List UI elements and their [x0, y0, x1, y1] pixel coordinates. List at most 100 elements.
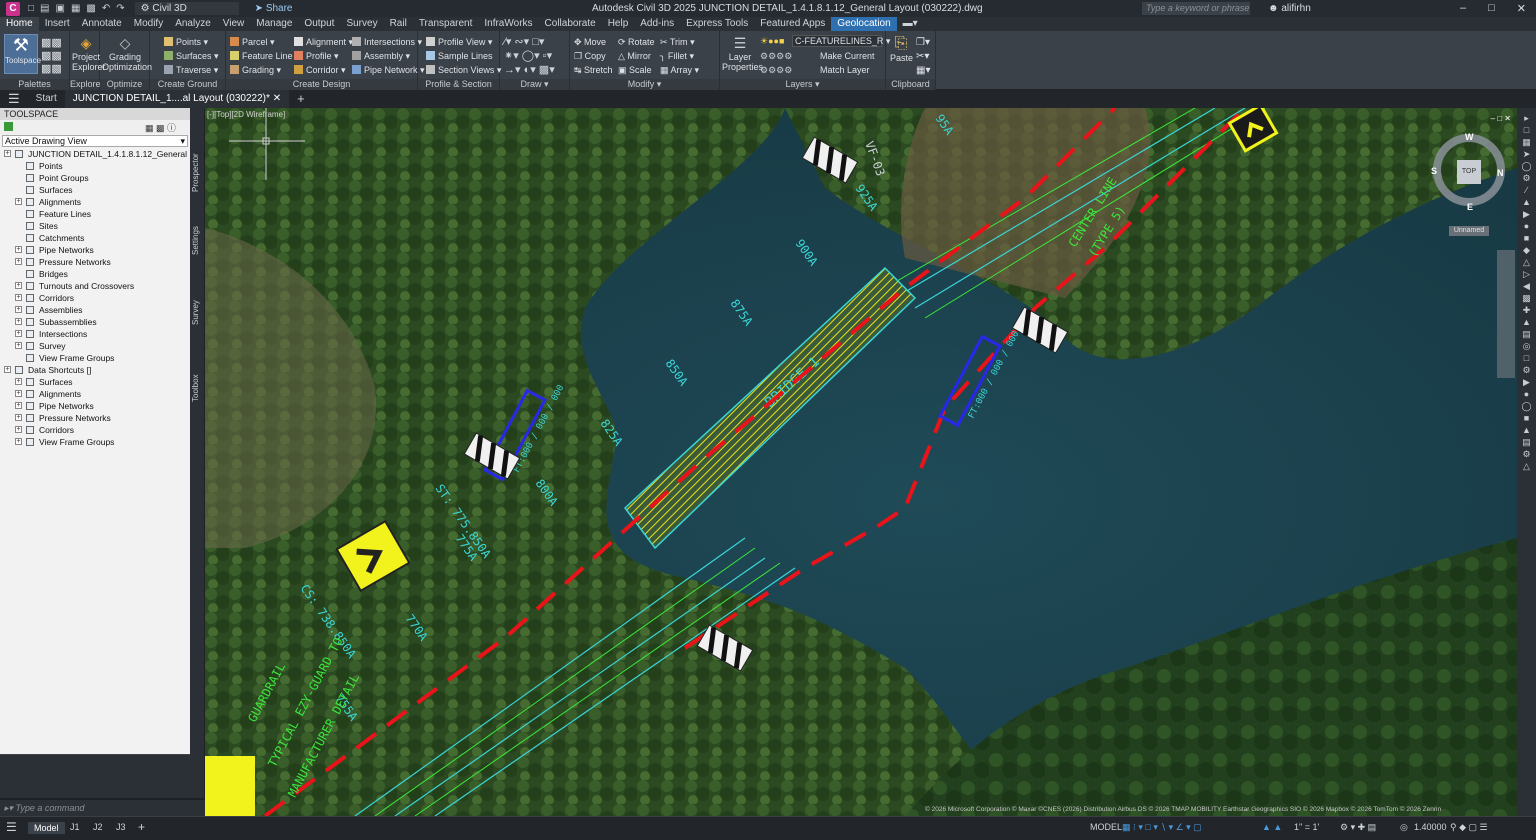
user-account[interactable]: ☻ alifirhn	[1268, 3, 1311, 14]
assembly-button[interactable]: Assembly ▾	[352, 51, 410, 62]
layout-tab-j3[interactable]: J3	[116, 822, 126, 832]
ribbon-tab-annotate[interactable]: Annotate	[76, 17, 128, 31]
layer-state-icons[interactable]: ☀●●■	[760, 36, 784, 47]
undo-icon[interactable]: ↶	[102, 3, 110, 14]
fillet-button[interactable]: ╮ Fillet ▾	[660, 51, 694, 62]
ucs-dropdown[interactable]: Unnamed	[1449, 226, 1489, 236]
tree-item-pipe-networks[interactable]: + Pipe Networks	[0, 244, 190, 256]
paste-button[interactable]: ⎘ Paste	[890, 35, 913, 63]
drafting-tools-icons[interactable]: ▦ ⁝ ▾ □ ▾ ∖ ▾ ∠ ▾ ▢	[1122, 822, 1202, 833]
side-tab-survey[interactable]: Survey	[191, 288, 203, 338]
stretch-button[interactable]: ↹ Stretch	[574, 65, 613, 76]
model-space-toggle[interactable]: MODEL	[1090, 822, 1122, 832]
expand-icon[interactable]: +	[15, 438, 22, 445]
ribbon-tab-manage[interactable]: Manage	[250, 17, 298, 31]
ribbon-tab-analyze[interactable]: Analyze	[169, 17, 217, 31]
tree-item-surfaces[interactable]: Surfaces	[0, 184, 190, 196]
tree-item-survey[interactable]: + Survey	[0, 340, 190, 352]
expand-icon[interactable]: +	[15, 198, 22, 205]
toolspace-button[interactable]: ⚒ Toolspace	[4, 34, 41, 74]
rotate-button[interactable]: ⟳ Rotate	[618, 37, 655, 48]
copy-button[interactable]: ❐ Copy	[574, 51, 606, 62]
ribbon-tab-add-ins[interactable]: Add-ins	[634, 17, 680, 31]
move-button[interactable]: ✥ Move	[574, 37, 606, 48]
grading-button[interactable]: Grading ▾	[230, 65, 281, 76]
drawing-canvas[interactable]: BRIDGE 1 925A 900A 875A 850A 825A 800A 7…	[205, 108, 1517, 816]
trim-button[interactable]: ✂ Trim ▾	[660, 37, 695, 48]
tree-item-bridges[interactable]: Bridges	[0, 268, 190, 280]
expand-icon[interactable]: +	[15, 402, 22, 409]
traverse-button[interactable]: Traverse ▾	[164, 65, 218, 76]
pipe-network-button[interactable]: Pipe Network ▾	[352, 65, 425, 76]
minimize-icon[interactable]: –	[1460, 2, 1466, 15]
clipboard-icons[interactable]: ❐▾ ✂▾ ▦▾	[916, 36, 930, 78]
tree-shortcut-alignments[interactable]: + Alignments	[0, 388, 190, 400]
tree-data-shortcuts[interactable]: + Data Shortcuts []	[0, 364, 190, 376]
tree-item-pressure-networks[interactable]: + Pressure Networks	[0, 256, 190, 268]
surfaces-button[interactable]: Surfaces ▾	[164, 51, 219, 62]
search-input[interactable]: Type a keyword or phrase	[1142, 2, 1250, 15]
tree-shortcut-surfaces[interactable]: + Surfaces	[0, 376, 190, 388]
status-right-icons[interactable]: ⚲ ◆ ▢ ☰	[1450, 822, 1488, 833]
close-tab-icon[interactable]: ✕	[273, 93, 281, 104]
drawing-viewport[interactable]: BRIDGE 1 925A 900A 875A 850A 825A 800A 7…	[205, 108, 1517, 816]
tree-shortcut-pressure-networks[interactable]: + Pressure Networks	[0, 412, 190, 424]
expand-icon[interactable]: +	[15, 426, 22, 433]
print-icon[interactable]: ▩	[86, 3, 95, 14]
settings-icons[interactable]: ⚙ ▾ ✚ ▤	[1340, 822, 1376, 833]
tree-item-subassemblies[interactable]: + Subassemblies	[0, 316, 190, 328]
expand-icon[interactable]: +	[15, 414, 22, 421]
viewcube-top[interactable]: TOP	[1457, 160, 1481, 184]
side-tab-prospector[interactable]: Prospector	[191, 138, 203, 208]
layout-tab-j1[interactable]: J1	[70, 822, 80, 832]
viewport-window-controls[interactable]: – □ ✕	[1491, 114, 1511, 123]
array-button[interactable]: ▦ Array ▾	[660, 65, 699, 76]
ribbon-tab-infraworks[interactable]: InfraWorks	[478, 17, 538, 31]
saveas-icon[interactable]: ▦	[71, 3, 80, 14]
add-layout-icon[interactable]: +	[138, 820, 145, 834]
prospector-icon[interactable]	[4, 122, 13, 131]
expand-icon[interactable]: +	[4, 150, 11, 157]
palette-icons[interactable]: ▩▩ ▩▩ ▩▩	[41, 36, 62, 75]
ribbon-tab-output[interactable]: Output	[298, 17, 340, 31]
points-button[interactable]: Points ▾	[164, 37, 208, 48]
side-tab-toolbox[interactable]: Toolbox	[191, 363, 203, 413]
layer-tools-row-1[interactable]: ⚙⚙⚙⚙	[760, 51, 792, 62]
tree-item-view-frame-groups[interactable]: View Frame Groups	[0, 352, 190, 364]
expand-icon[interactable]: +	[15, 390, 22, 397]
ribbon-tab-rail[interactable]: Rail	[384, 17, 413, 31]
make-current-button[interactable]: Make Current	[820, 51, 875, 61]
expand-icon[interactable]: +	[15, 318, 22, 325]
close-icon[interactable]: ✕	[1517, 2, 1526, 15]
tree-drawing-root[interactable]: + JUNCTION DETAIL_1.4.1.8.1.12_General La…	[0, 148, 220, 160]
ribbon-tab-insert[interactable]: Insert	[39, 17, 76, 31]
ribbon-tab-transparent[interactable]: Transparent	[413, 17, 479, 31]
side-tab-settings[interactable]: Settings	[191, 216, 203, 266]
tree-item-point-groups[interactable]: Point Groups	[0, 172, 190, 184]
ribbon-tab-home[interactable]: Home	[0, 17, 39, 31]
expand-icon[interactable]: +	[4, 366, 11, 373]
scale-button[interactable]: ▣ Scale	[618, 65, 652, 76]
ribbon-tab-featured-apps[interactable]: Featured Apps	[754, 17, 831, 31]
lineweight-value[interactable]: 1.40000	[1414, 822, 1447, 832]
drawing-tab[interactable]: JUNCTION DETAIL_1....al Layout (030222)*…	[64, 90, 290, 108]
right-toolbar-icons[interactable]: ▸ □ ▦ ➤ ◯ ⚙ ∕ ▲ ▶ ● ■ ◆ △ ▷ ◀ ▩ ✚ ▲ ▤ ◎ □ ⚙ ▶ ● ◯ ■ ▲ ▤ ⚙ △	[1517, 108, 1536, 472]
menu-icon[interactable]: ☰	[6, 820, 17, 834]
folder-icon[interactable]: ▤	[40, 3, 49, 14]
layout-tab-model[interactable]: Model	[28, 822, 65, 834]
tree-shortcut-corridors[interactable]: + Corridors	[0, 424, 190, 436]
annotation-icons[interactable]: ▲ ▲	[1262, 822, 1282, 832]
tab-options-icon[interactable]: ▬▾	[897, 17, 924, 31]
expand-icon[interactable]: +	[15, 246, 22, 253]
tree-item-intersections[interactable]: + Intersections	[0, 328, 190, 340]
ribbon-tab-geolocation[interactable]: Geolocation	[831, 17, 897, 31]
layer-dropdown[interactable]: C-FEATURELINES_R ▾	[792, 35, 890, 47]
ribbon-tab-survey[interactable]: Survey	[340, 17, 383, 31]
grading-optimization-button[interactable]: ◇ Grading Optimization	[102, 35, 152, 72]
viewport-controls-label[interactable]: [-][Top][2D Wireframe]	[207, 110, 285, 119]
tree-shortcut-pipe-networks[interactable]: + Pipe Networks	[0, 400, 190, 412]
command-input[interactable]: ▸▾ Type a command	[0, 800, 205, 816]
expand-icon[interactable]: +	[15, 342, 22, 349]
open-icon[interactable]: □	[28, 3, 34, 14]
corridor-button[interactable]: Corridor ▾	[294, 65, 346, 76]
